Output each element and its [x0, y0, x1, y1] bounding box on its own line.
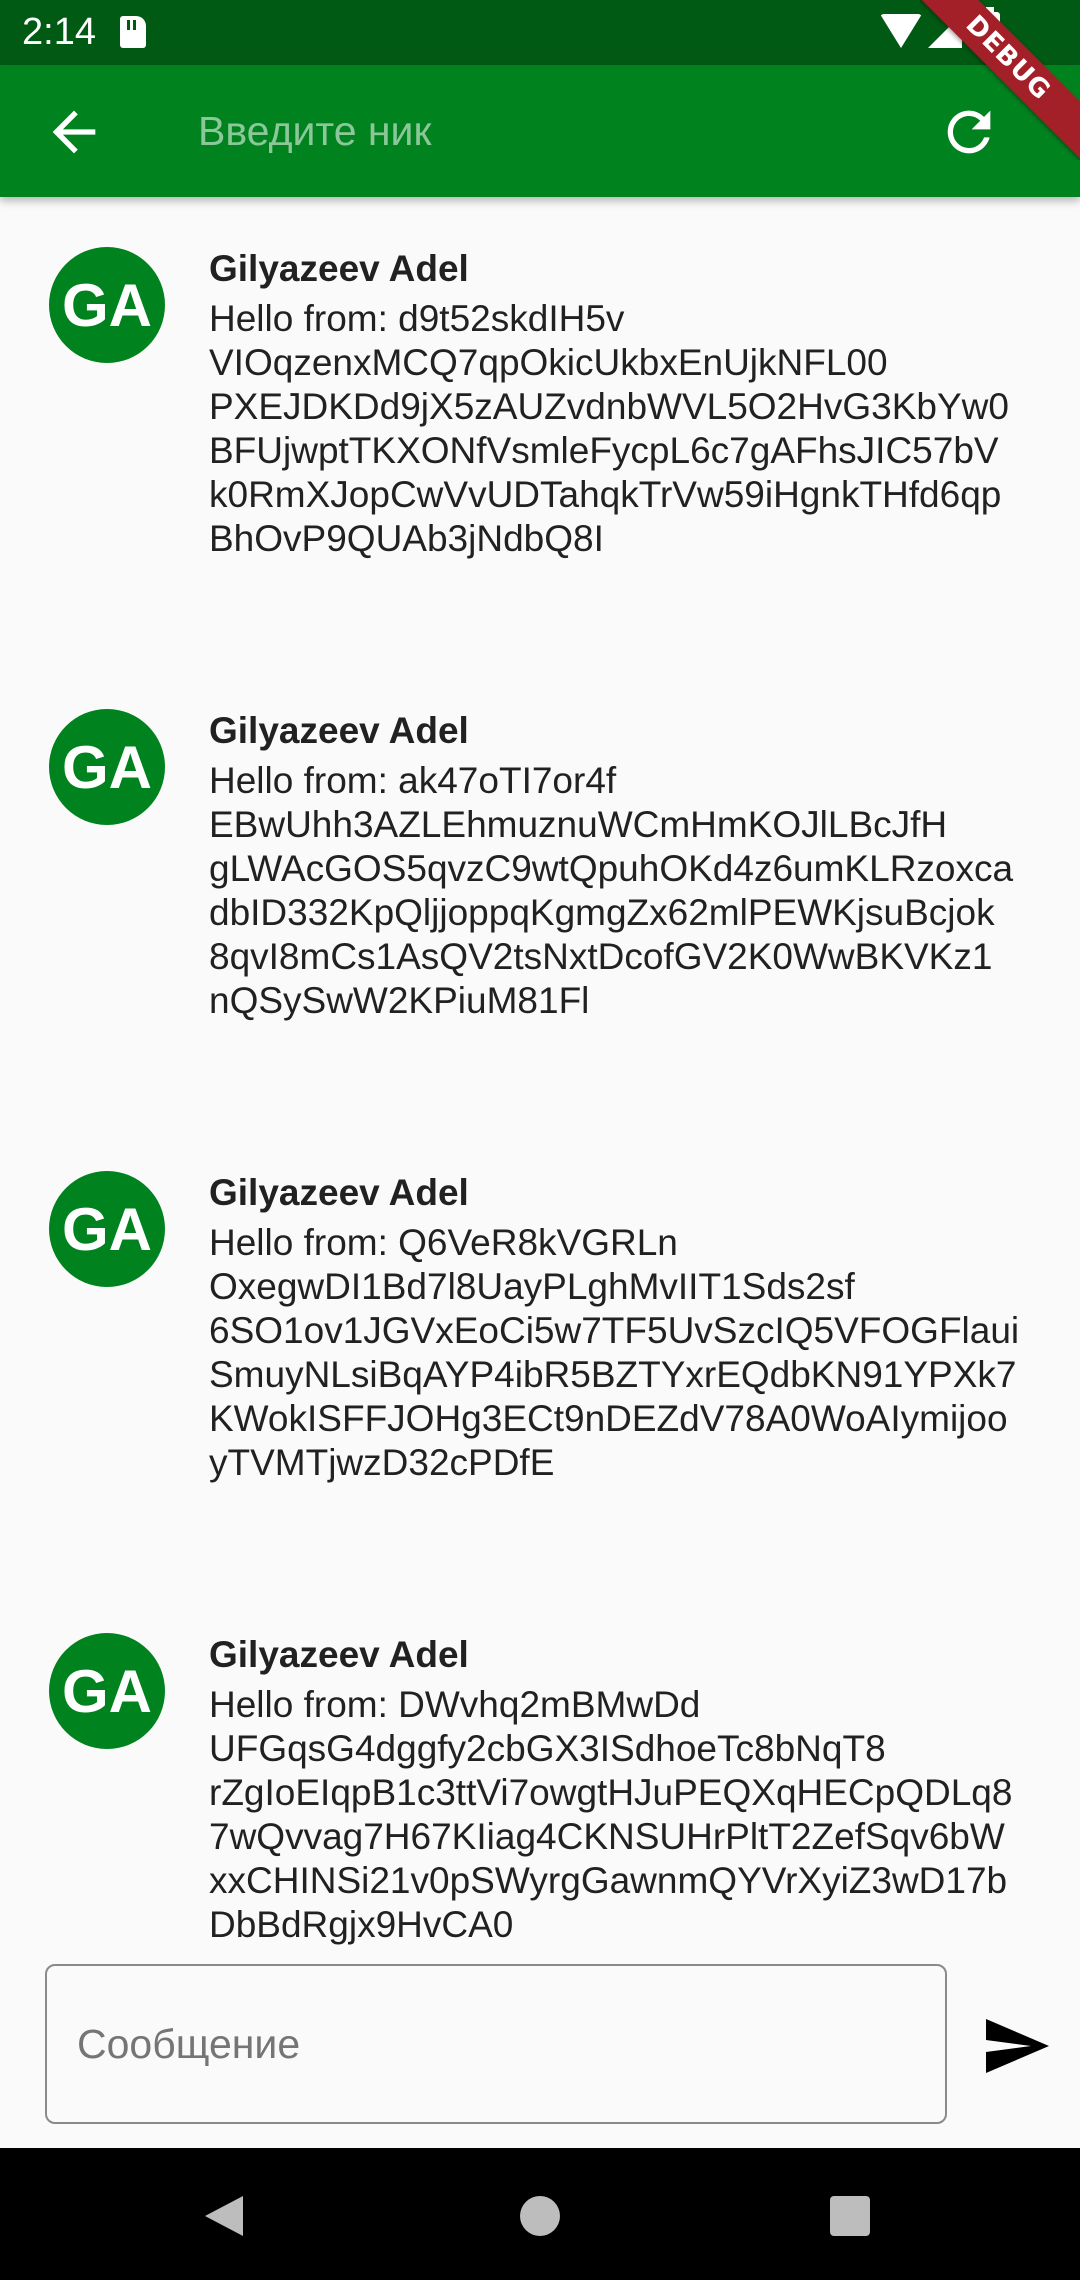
battery-icon	[980, 7, 1000, 50]
avatar: GA	[49, 709, 165, 825]
signal-icon	[928, 14, 962, 48]
back-button[interactable]	[42, 100, 106, 164]
nav-recents-icon[interactable]	[830, 2196, 870, 2236]
message-item: GA Gilyazeev Adel Hello from: ak47oTI7or…	[0, 659, 1080, 1121]
status-bar: 2:14	[0, 0, 1080, 65]
send-icon	[986, 2019, 1049, 2073]
nick-input[interactable]	[198, 95, 898, 167]
system-nav-bar	[0, 2148, 1080, 2280]
wifi-icon	[880, 14, 922, 48]
arrow-back-icon	[52, 110, 96, 154]
message-item: GA Gilyazeev Adel Hello from: DWvhq2mBMw…	[0, 1583, 1080, 1962]
message-item: GA Gilyazeev Adel Hello from: Q6VeR8kVGR…	[0, 1121, 1080, 1583]
message-text: Hello from: DWvhq2mBMwDd UFGqsG4dggfy2cb…	[209, 1684, 1013, 1945]
message-list[interactable]: GA Gilyazeev Adel Hello from: d9t52skdIH…	[0, 197, 1080, 1962]
sd-card-icon	[120, 16, 146, 48]
message-composer	[0, 1962, 1080, 2148]
message-text: Hello from: d9t52skdIH5v VIOqzenxMCQ7qpO…	[209, 298, 1009, 559]
nav-home-icon[interactable]	[520, 2196, 560, 2236]
app-bar	[0, 65, 1080, 197]
message-author: Gilyazeev Adel	[209, 710, 469, 751]
message-input[interactable]	[45, 1964, 947, 2124]
message-author: Gilyazeev Adel	[209, 1172, 469, 1213]
refresh-button[interactable]	[937, 100, 1001, 164]
avatar: GA	[49, 1171, 165, 1287]
message-author: Gilyazeev Adel	[209, 1634, 469, 1675]
nav-back-icon[interactable]	[205, 2196, 243, 2236]
message-text: Hello from: ak47oTI7or4f EBwUhh3AZLEhmuz…	[209, 760, 1014, 1021]
message-text: Hello from: Q6VeR8kVGRLn OxegwDI1Bd7l8Ua…	[209, 1222, 1020, 1483]
status-time: 2:14	[22, 11, 96, 53]
message-item: GA Gilyazeev Adel Hello from: d9t52skdIH…	[0, 197, 1080, 659]
send-button[interactable]	[980, 2010, 1052, 2082]
avatar: GA	[49, 1633, 165, 1749]
avatar: GA	[49, 247, 165, 363]
message-author: Gilyazeev Adel	[209, 248, 469, 289]
refresh-icon	[947, 110, 991, 154]
